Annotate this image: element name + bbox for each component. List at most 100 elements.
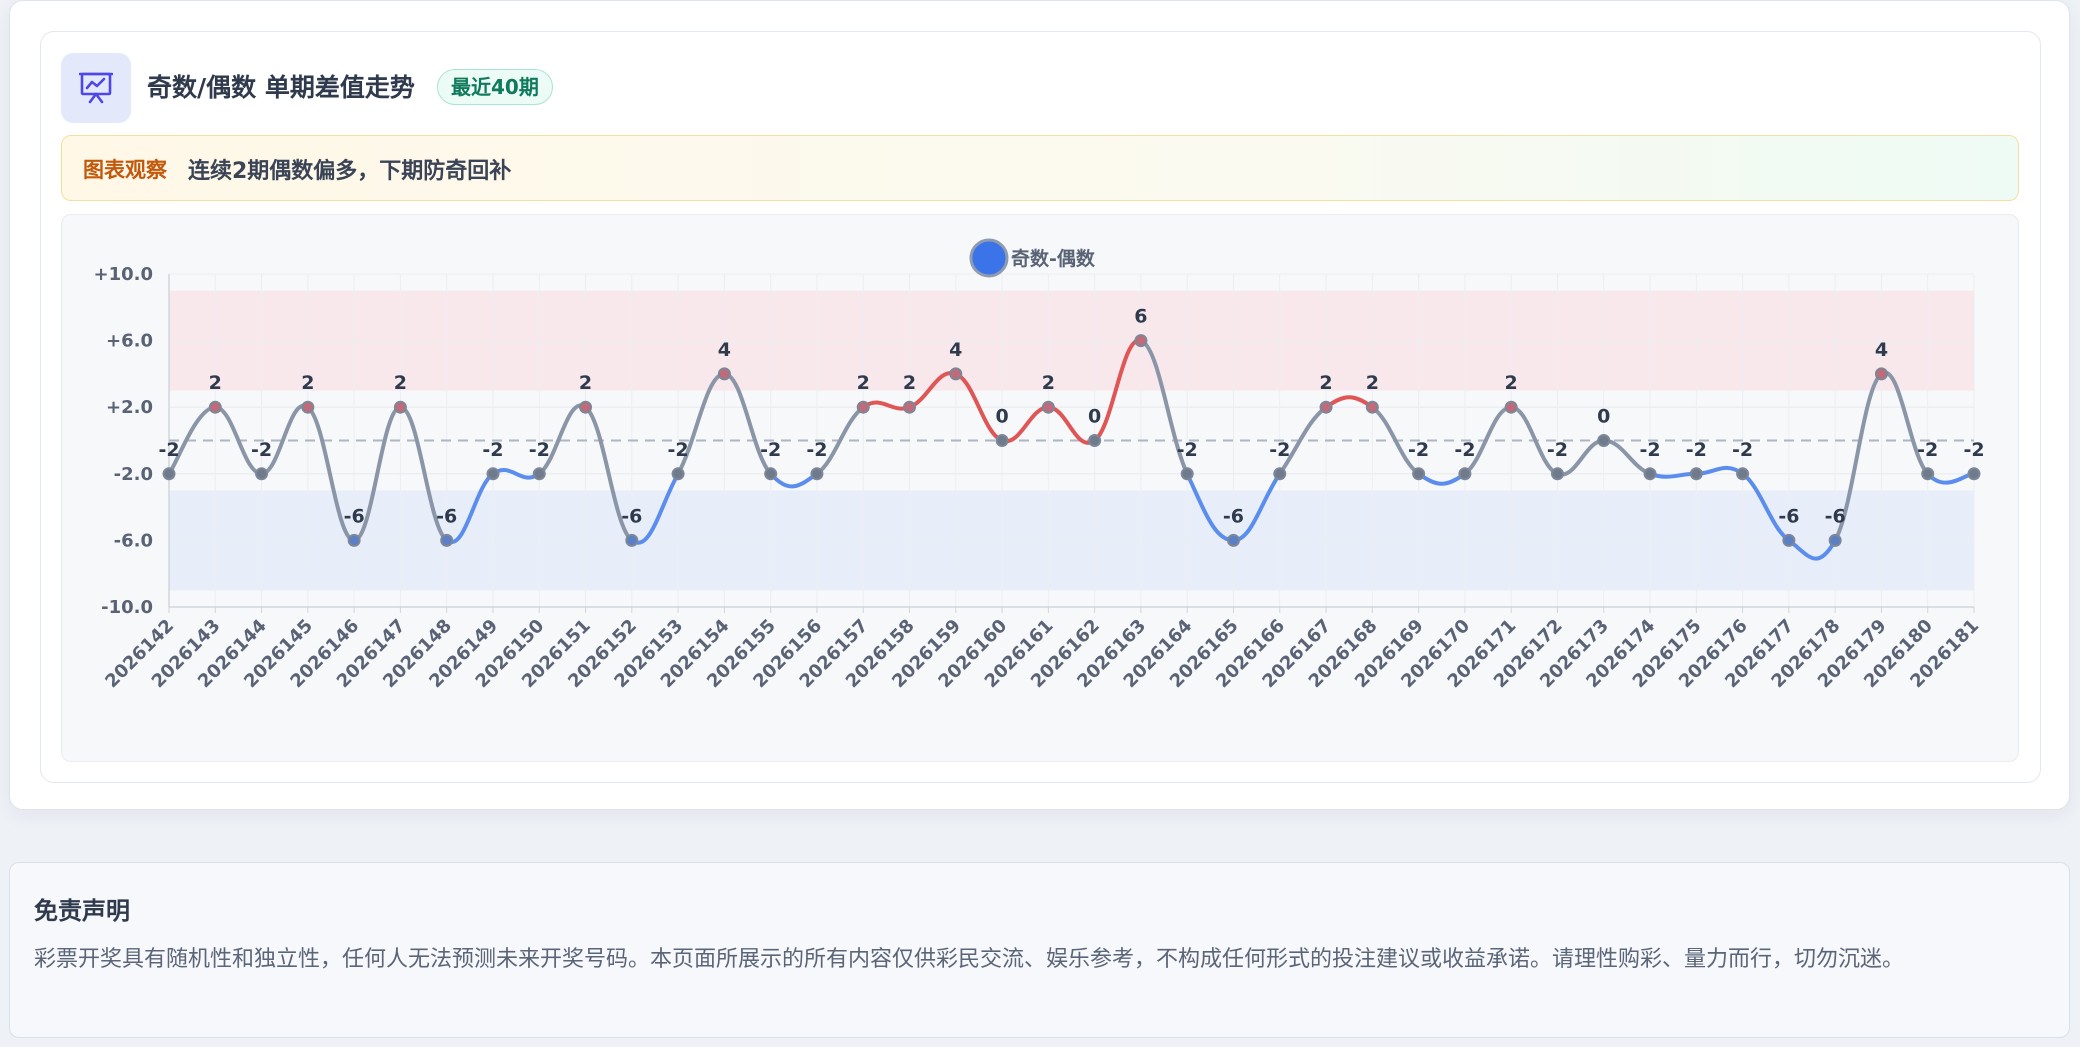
data-point [1365,400,1379,414]
data-label: -2 [1177,439,1198,461]
series-segment [1694,465,1745,476]
series-segment [1925,471,1976,485]
data-label: -2 [529,439,550,461]
data-point [1736,467,1750,481]
data-label: 0 [1597,406,1610,428]
data-label: -2 [1547,439,1568,461]
chart-title: 奇数/偶数 单期差值走势 [147,73,415,102]
data-point [1226,533,1240,547]
data-point [949,367,963,381]
y-tick-label: -2.0 [114,464,153,485]
data-point [162,467,176,481]
data-label: -2 [1686,439,1707,461]
data-label: 2 [394,372,407,394]
data-point [995,434,1009,447]
data-label: -6 [621,505,642,527]
series-segment [1000,405,1051,444]
data-point [1782,533,1796,547]
presentation-chart-icon [61,53,131,123]
data-label: 2 [1319,372,1332,394]
chart-area: +10.0 +6.0 +2.0 -2.0 -6.0 -10.0 2026142 2026143… [61,214,2019,762]
chart-panel: 奇数/偶数 单期差值走势 最近40期 图表观察 连续2期偶数偏多，下期防奇回补 … [9,0,2070,810]
data-point [393,400,407,414]
data-point [856,400,870,414]
data-point [579,400,593,414]
data-label: -2 [1408,439,1429,461]
data-point [1412,467,1426,481]
y-tick-label: +6.0 [106,331,153,352]
legend-label: 奇数-偶数 [1011,247,1096,270]
data-label: 4 [949,339,962,361]
data-point [1828,533,1842,547]
data-label: -6 [1825,505,1846,527]
data-label: -2 [158,439,179,461]
data-point [810,467,824,481]
data-point [440,533,454,547]
data-label: 6 [1134,306,1147,328]
data-label: -6 [436,505,457,527]
data-point [1134,334,1148,348]
data-label: -6 [1778,505,1799,527]
data-point [1458,467,1472,481]
data-label: 2 [579,372,592,394]
data-label: -2 [1269,439,1290,461]
data-point [1088,434,1102,447]
data-point [625,533,639,547]
data-point [255,467,269,481]
insight-text: 连续2期偶数偏多，下期防奇回补 [188,159,512,184]
data-label: 0 [995,406,1008,428]
data-label: -2 [806,439,827,461]
data-label: -2 [668,439,689,461]
data-point [717,367,731,381]
data-point [903,400,917,414]
data-label: -2 [760,439,781,461]
data-label: 2 [209,372,222,394]
data-point [1504,400,1518,414]
disclaimer-text: 彩票开奖具有随机性和独立性，任何人无法预测未来开奖号码。本页面所展示的所有内容仅… [34,947,1905,972]
data-label: -2 [1917,439,1938,461]
y-tick-label: -10.0 [101,597,153,618]
y-tick-label: -6.0 [114,530,153,551]
data-label: -6 [344,505,365,527]
data-point [1967,467,1981,481]
data-point [532,467,546,481]
data-point [1874,367,1888,381]
data-label: 2 [301,372,314,394]
data-point [208,400,222,414]
disclaimer-panel: 免责声明 彩票开奖具有随机性和独立性，任何人无法预测未来开奖号码。本页面所展示的… [9,862,2070,1038]
y-tick-label: +10.0 [94,264,154,285]
series-segment [1416,471,1467,486]
data-label: -2 [1732,439,1753,461]
data-point [1041,400,1055,414]
odd-even-diff-chart: +10.0+6.0+2.0-2.0-6.0-10.020261422026143… [94,238,1985,692]
data-point [764,467,778,481]
data-point [1319,400,1333,414]
data-label: -2 [1963,439,1984,461]
disclaimer-title: 免责声明 [34,897,130,925]
insight-label: 图表观察 [83,158,167,182]
period-badge: 最近40期 [437,69,553,105]
series-segment [768,471,819,489]
data-label: 2 [1505,372,1518,394]
data-point [1597,434,1611,447]
data-point [1180,467,1194,481]
legend-swatch [969,238,1009,278]
data-point [486,467,500,481]
data-label: 4 [1875,339,1888,361]
data-label: 2 [857,372,870,394]
data-label: -2 [251,439,272,461]
data-point [347,533,361,547]
data-point [1689,467,1703,481]
data-label: 4 [718,339,731,361]
data-point [1550,467,1564,481]
data-point [301,400,315,414]
data-label: -2 [1454,439,1475,461]
y-tick-label: +2.0 [106,397,153,418]
data-label: 2 [1366,372,1379,394]
data-point [1273,467,1287,481]
data-label: -2 [482,439,503,461]
data-label: 0 [1088,406,1101,428]
data-point [671,467,685,481]
data-label: -2 [1639,439,1660,461]
insight-banner: 图表观察 连续2期偶数偏多，下期防奇回补 [61,135,2019,201]
